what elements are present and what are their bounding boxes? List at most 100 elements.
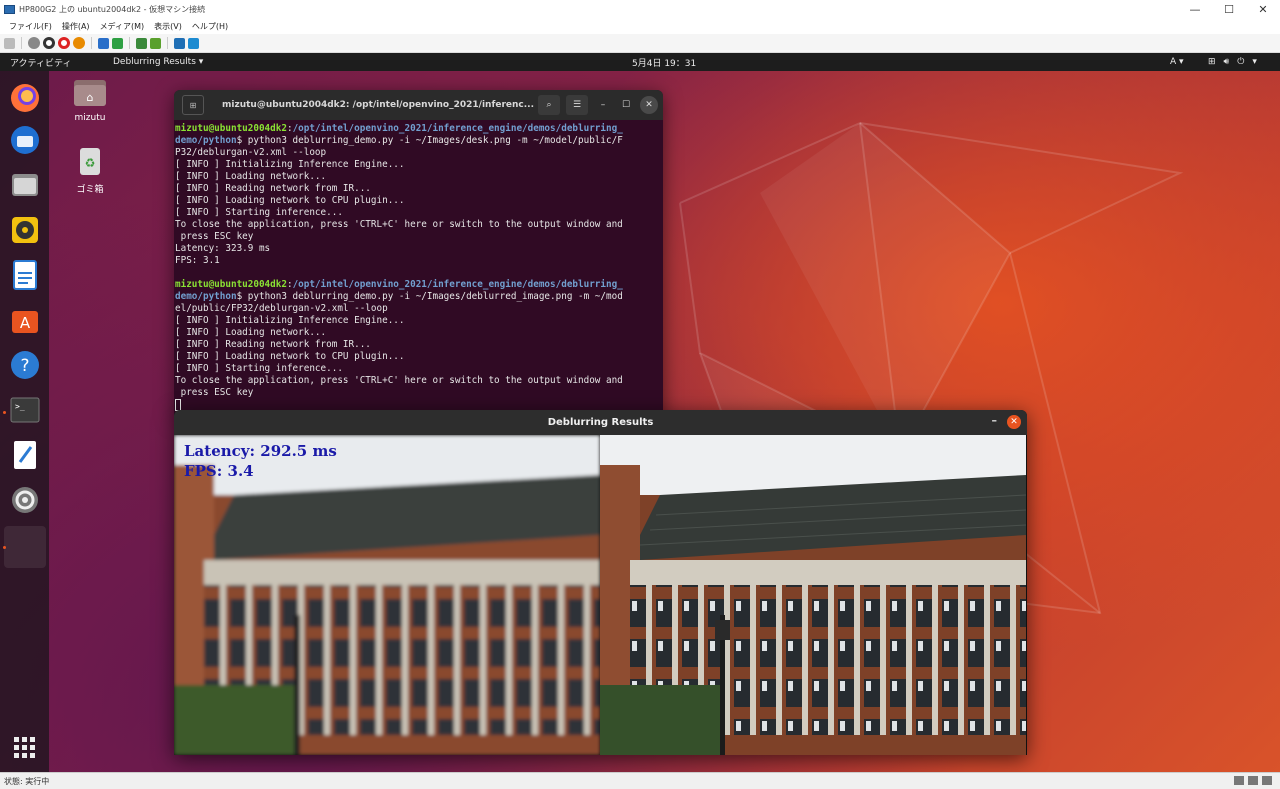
log-line: [ INFO ] Starting inference... (175, 363, 343, 374)
files-launcher[interactable] (4, 164, 46, 206)
prompt-line: demo/python$ python3 deblurring_demo.py … (175, 135, 662, 147)
settings-launcher[interactable] (4, 479, 46, 521)
menu-media[interactable]: メディア(M) (95, 21, 150, 32)
enhanced-session-icon[interactable] (174, 37, 185, 49)
prompt-user: mizutu@ubuntu2004dk2 (175, 279, 287, 290)
software-launcher[interactable]: A (4, 299, 46, 341)
maximize-icon[interactable]: ☐ (617, 96, 635, 114)
share-icon[interactable] (188, 37, 199, 49)
command-text: $ python3 deblurring_demo.py -i ~/Images… (236, 135, 623, 146)
menu-action[interactable]: 操作(A) (57, 21, 95, 32)
deblurring-results-window[interactable]: Deblurring Results – ✕ Latency: 292.5 ms… (174, 410, 1027, 755)
terminal-headerbar[interactable]: ⊞ mizutu@ubuntu2004dk2: /opt/intel/openv… (174, 90, 663, 120)
hamburger-menu-icon[interactable]: ☰ (566, 95, 588, 115)
log-line: [ INFO ] Starting inference... (175, 207, 343, 218)
menu-file[interactable]: ファイル(F) (4, 21, 57, 32)
menu-help[interactable]: ヘルプ(H) (187, 21, 233, 32)
save-state-icon[interactable] (73, 37, 85, 49)
new-tab-icon[interactable]: ⊞ (182, 95, 204, 115)
input-method-selector[interactable]: A ▾ (1170, 57, 1184, 67)
dock: A ? >_ (0, 71, 49, 772)
svg-text:♻: ♻ (85, 156, 96, 170)
thunderbird-icon (11, 126, 39, 154)
turn-off-icon[interactable] (43, 37, 55, 49)
host-titlebar: HP800G2 上の ubuntu2004dk2 - 仮想マシン接続 — ☐ ✕ (0, 0, 1280, 19)
close-icon[interactable]: ✕ (1246, 0, 1280, 19)
show-applications-button[interactable] (4, 727, 46, 769)
running-indicator (3, 546, 6, 549)
search-icon[interactable]: ⌕ (538, 95, 560, 115)
start-icon[interactable] (28, 37, 40, 49)
rhythmbox-launcher[interactable] (4, 209, 46, 251)
log-line: [ INFO ] Initializing Inference Engine..… (175, 315, 405, 326)
deblurred-output-image (600, 435, 1026, 755)
results-headerbar[interactable]: Deblurring Results – ✕ (174, 410, 1027, 435)
settings-icon (12, 487, 38, 513)
minimize-icon[interactable]: – (992, 414, 998, 427)
log-line: Latency: 323.9 ms (175, 243, 271, 254)
checkpoint-icon[interactable] (136, 37, 147, 49)
app-menu[interactable]: Deblurring Results ▾ (113, 57, 203, 67)
log-line: [ INFO ] Reading network from IR... (175, 183, 371, 194)
running-indicator (3, 411, 6, 414)
prompt-line: mizutu@ubuntu2004dk2:/opt/intel/openvino… (175, 123, 623, 134)
toolbar-divider (129, 37, 130, 49)
terminal-launcher[interactable]: >_ (4, 389, 46, 431)
shutdown-icon[interactable] (58, 37, 70, 49)
menu-view[interactable]: 表示(V) (149, 21, 187, 32)
minimize-icon[interactable]: — (1178, 0, 1212, 19)
log-line: [ INFO ] Loading network to CPU plugin..… (175, 351, 405, 362)
trash-icon: ♻ (80, 148, 100, 175)
minimize-icon[interactable]: – (594, 96, 612, 114)
activities-button[interactable]: アクティビティ (10, 56, 71, 69)
svg-text:⌂: ⌂ (87, 91, 94, 104)
log-line: To close the application, press 'CTRL+C'… (175, 219, 623, 230)
terminal-output[interactable]: mizutu@ubuntu2004dk2:/opt/intel/openvino… (174, 120, 663, 414)
deblurring-results-launcher[interactable] (4, 526, 46, 568)
power-icon: ⏻ (1237, 57, 1245, 67)
resume-icon[interactable] (112, 37, 123, 49)
rhythmbox-icon (12, 217, 38, 243)
thunderbird-launcher[interactable] (4, 119, 46, 161)
terminal-window[interactable]: ⊞ mizutu@ubuntu2004dk2: /opt/intel/openv… (174, 90, 663, 416)
host-window-title: HP800G2 上の ubuntu2004dk2 - 仮想マシン接続 (19, 5, 206, 14)
prompt-line: mizutu@ubuntu2004dk2:/opt/intel/openvino… (175, 279, 623, 290)
building-photo-deblurred (600, 435, 1026, 755)
desktop-home-folder[interactable]: ⌂ mizutu (60, 77, 120, 123)
maximize-icon[interactable]: ☐ (1212, 0, 1246, 19)
log-line: press ESC key (175, 387, 254, 398)
log-line: [ INFO ] Loading network to CPU plugin..… (175, 195, 405, 206)
system-tray[interactable]: ⊞ 🔊︎ ⏻ ▾ (1208, 57, 1257, 67)
pause-icon[interactable] (98, 37, 109, 49)
metrics-overlay: Latency: 292.5 ms FPS: 3.4 (184, 441, 337, 481)
vm-status-text: 状態: 実行中 (4, 776, 50, 786)
latency-text: Latency: 292.5 ms (184, 442, 337, 460)
ctrl-alt-del-icon[interactable] (4, 37, 15, 49)
clock[interactable]: 5月4日 19：31 (632, 56, 696, 69)
close-icon[interactable]: ✕ (640, 96, 658, 114)
files-icon (12, 174, 38, 196)
vm-connect-icon (4, 5, 15, 14)
libreoffice-writer-launcher[interactable] (4, 254, 46, 296)
home-folder-icon: ⌂ (74, 80, 106, 106)
top-panel: アクティビティ Deblurring Results ▾ 5月4日 19：31 … (0, 53, 1280, 71)
desktop-trash[interactable]: ♻ ゴミ箱 (60, 146, 120, 195)
results-title: Deblurring Results (547, 417, 654, 428)
keyboard-icon (1234, 776, 1244, 785)
host-menubar: ファイル(F) 操作(A) メディア(M) 表示(V) ヘルプ(H) (0, 19, 1280, 34)
network-icon: ⊞ (1208, 57, 1216, 67)
volume-icon: 🔊︎ (1223, 57, 1230, 67)
command-text: el/public/FP32/deblurgan-v2.xml --loop (175, 303, 388, 314)
help-launcher[interactable]: ? (4, 344, 46, 386)
log-line: [ INFO ] Reading network from IR... (175, 339, 371, 350)
firefox-launcher[interactable] (4, 77, 46, 119)
blurred-input-image: Latency: 292.5 ms FPS: 3.4 (174, 435, 600, 755)
revert-icon[interactable] (150, 37, 161, 49)
text-editor-launcher[interactable] (4, 434, 46, 476)
status-icons (1234, 776, 1272, 785)
close-icon[interactable]: ✕ (1007, 415, 1021, 429)
toolbar-divider (167, 37, 168, 49)
firefox-icon (11, 84, 39, 112)
log-line: To close the application, press 'CTRL+C'… (175, 375, 623, 386)
